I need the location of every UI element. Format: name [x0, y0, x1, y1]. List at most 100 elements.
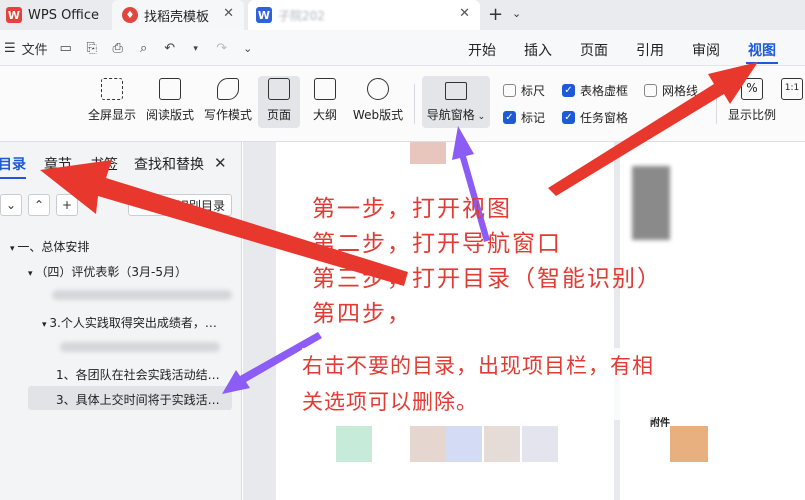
- task-pane-label: 任务窗格: [580, 111, 629, 125]
- ribbon-view: 全屏显示 阅读版式 写作模式 页面 大纲 Web版式 导航窗格 ⌄ 标尺 ✓ 表…: [0, 66, 805, 142]
- web-layout-label: Web版式: [352, 108, 404, 122]
- collapse-icon[interactable]: ⌄: [0, 194, 22, 216]
- toc-item[interactable]: ▾ 3.个人实践取得突出成绩者，…: [42, 314, 217, 331]
- fullscreen-button[interactable]: 全屏显示: [82, 76, 142, 128]
- marks-checkbox[interactable]: ✓ 标记: [503, 109, 545, 126]
- toc-item[interactable]: 1、各团队在社会实践活动结…: [56, 366, 220, 383]
- checkbox-icon: [644, 84, 657, 97]
- annotation-note-line-1: 右击不要的目录，出现项目栏，有相: [302, 354, 654, 378]
- active-tab-indicator: [746, 62, 778, 64]
- write-mode-button[interactable]: 写作模式: [198, 76, 258, 128]
- save-icon[interactable]: ▭: [58, 41, 74, 57]
- close-icon[interactable]: ✕: [214, 154, 227, 172]
- table-grid-label: 表格虚框: [580, 84, 629, 98]
- read-mode-label: 阅读版式: [145, 108, 194, 122]
- gridlines-label: 网格线: [662, 84, 699, 98]
- annotation-steps: 第一步，打开视图 第二步，打开导航窗口 第三步，打开目录（智能识别） 第四步，: [312, 192, 662, 332]
- checkbox-checked-icon: ✓: [562, 84, 575, 97]
- blurred-image: [336, 426, 372, 462]
- nav-tab-chapters[interactable]: 章节: [44, 154, 72, 174]
- zoom-button[interactable]: % 显示比例: [722, 76, 782, 128]
- checkbox-icon: [503, 84, 516, 97]
- chevron-down-icon: ⌄: [474, 112, 486, 122]
- nav-pane-icon: [445, 82, 467, 100]
- print-preview-icon[interactable]: ⌕: [136, 41, 152, 57]
- nav-tab-toc[interactable]: 目录: [0, 154, 26, 174]
- tab-review[interactable]: 审阅: [692, 40, 720, 60]
- tab-insert[interactable]: 插入: [524, 40, 552, 60]
- annotation-note: 右击不要的目录，出现项目栏，有相 关选项可以删除。: [302, 348, 654, 420]
- chevron-down-icon[interactable]: ▾: [188, 41, 204, 57]
- play-icon: [159, 78, 181, 100]
- tab-wps-office[interactable]: W WPS Office: [0, 0, 110, 30]
- table-grid-checkbox[interactable]: ✓ 表格虚框: [562, 82, 628, 99]
- menu-bar: ☰ 文件 ▭ ⎘ ⎙ ⌕ ↶ ▾ ↷ ⌄ 开始 插入 页面 引用 审阅 视图: [0, 30, 805, 66]
- writer-logo-icon: W: [256, 7, 272, 23]
- page-view-button[interactable]: 页面: [258, 76, 300, 128]
- annotation-step-1: 第一步，打开视图: [312, 196, 512, 222]
- one-to-one-icon: 1:1: [781, 78, 803, 100]
- outline-button[interactable]: 大纲: [304, 76, 346, 128]
- hamburger-icon[interactable]: ☰: [4, 41, 16, 56]
- close-icon[interactable]: ✕: [223, 6, 234, 21]
- tab-page[interactable]: 页面: [580, 40, 608, 60]
- blurred-image: [670, 426, 708, 462]
- tab-home[interactable]: 开始: [468, 40, 496, 60]
- web-layout-button[interactable]: Web版式: [348, 76, 408, 128]
- nav-tab-find-replace[interactable]: 查找和替换: [134, 154, 204, 174]
- write-mode-label: 写作模式: [203, 108, 252, 122]
- nav-pane-button[interactable]: 导航窗格 ⌄: [422, 76, 490, 128]
- outline-label: 大纲: [312, 108, 337, 122]
- nav-tab-bookmarks[interactable]: 书签: [90, 154, 118, 174]
- tab-references[interactable]: 引用: [636, 40, 664, 60]
- chevron-down-icon[interactable]: ⌄: [512, 7, 521, 20]
- redacted-toc-item: [60, 342, 220, 352]
- blurred-image: [410, 426, 446, 462]
- redo-icon[interactable]: ↷: [214, 41, 230, 57]
- blurred-image: [446, 426, 482, 462]
- globe-icon: [367, 78, 389, 100]
- tab-template[interactable]: ♦ 找稻壳模板 ✕: [112, 0, 244, 30]
- navigation-pane: 目录 章节 书签 查找和替换 ✕ ⌄ ⌃ + 智能识别目录 ▾ 一、总体安排 ▾…: [0, 142, 242, 500]
- docer-logo-icon: ♦: [122, 7, 138, 23]
- ruler-checkbox[interactable]: 标尺: [503, 82, 545, 99]
- blurred-image: [410, 142, 446, 164]
- redacted-toc-item: [52, 290, 232, 300]
- pen-icon: [217, 78, 239, 100]
- chevron-down-icon[interactable]: ⌄: [240, 41, 256, 57]
- ribbon-divider: [414, 84, 415, 124]
- actual-size-button[interactable]: 1:1: [780, 76, 804, 128]
- nav-pane-label: 导航窗格: [426, 108, 475, 122]
- chevron-up-icon[interactable]: ⌃: [28, 194, 50, 216]
- toc-item[interactable]: ▾ 一、总体安排: [10, 238, 89, 255]
- marks-label: 标记: [521, 111, 546, 125]
- tab-view[interactable]: 视图: [748, 40, 776, 60]
- annotation-step-4: 第四步，: [312, 301, 412, 327]
- blurred-image: [522, 426, 558, 462]
- checkbox-checked-icon: ✓: [503, 111, 516, 124]
- gridlines-checkbox[interactable]: 网格线: [644, 82, 698, 99]
- plus-icon[interactable]: +: [56, 194, 78, 216]
- annotation-step-2: 第二步，打开导航窗口: [312, 231, 562, 257]
- blurred-image: [484, 426, 520, 462]
- task-pane-checkbox[interactable]: ✓ 任务窗格: [562, 109, 628, 126]
- read-mode-button[interactable]: 阅读版式: [140, 76, 200, 128]
- checkbox-checked-icon: ✓: [562, 111, 575, 124]
- fullscreen-label: 全屏显示: [87, 108, 136, 122]
- tab-wps-label: WPS Office: [28, 7, 100, 23]
- smart-toc-button[interactable]: 智能识别目录: [128, 194, 232, 216]
- tab-template-label: 找稻壳模板: [144, 9, 210, 25]
- undo-icon[interactable]: ↶: [162, 41, 178, 57]
- export-icon[interactable]: ⎘: [84, 41, 100, 57]
- print-icon[interactable]: ⎙: [110, 41, 126, 57]
- annotation-step-3: 第三步，打开目录（智能识别）: [312, 266, 662, 292]
- close-icon[interactable]: ✕: [459, 6, 470, 21]
- title-bar: W WPS Office ♦ 找稻壳模板 ✕ W 子院202 ✕ + ⌄: [0, 0, 805, 30]
- toc-item[interactable]: ▾ （四）评优表彰（3月-5月）: [28, 263, 187, 280]
- page-view-label: 页面: [266, 108, 291, 122]
- wps-logo-icon: W: [6, 7, 22, 23]
- toc-item-selected[interactable]: 3、具体上交时间将于实践活…: [56, 391, 220, 408]
- tab-document[interactable]: W 子院202 ✕: [248, 0, 480, 30]
- file-menu[interactable]: 文件: [22, 39, 48, 58]
- new-tab-icon[interactable]: +: [488, 4, 503, 25]
